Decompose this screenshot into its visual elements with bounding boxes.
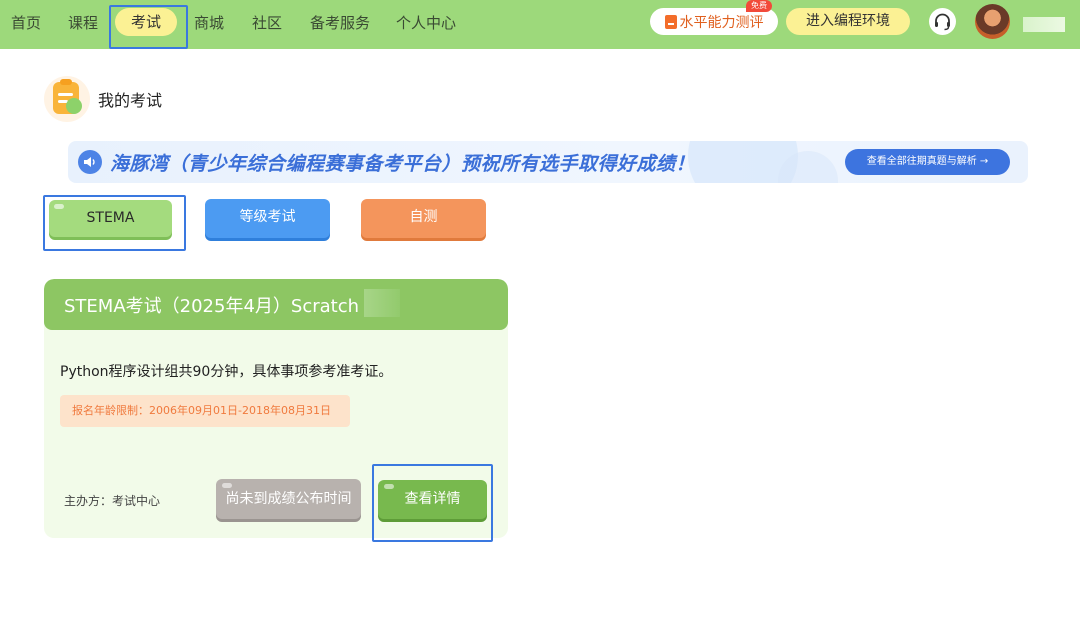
view-past-papers-button[interactable]: 查看全部往期真题与解析 → — [845, 149, 1010, 175]
nav-courses[interactable]: 课程 — [68, 12, 98, 33]
ability-eval-label: 水平能力测评 — [679, 14, 764, 31]
top-nav-bar: 首页 课程 商城 社区 备考服务 个人中心 考试 水平能力测评 免费 进入编程环… — [0, 0, 1080, 49]
exam-description: Python程序设计组共90分钟，具体事项参考准考证。 — [60, 364, 393, 380]
exam-title: STEMA考试（2025年4月）Scratch — [64, 296, 360, 317]
avatar[interactable] — [975, 4, 1010, 39]
tab-level-exam[interactable]: 等级考试 — [205, 199, 330, 238]
exam-clipboard-icon — [44, 76, 90, 122]
tab-self-test[interactable]: 自测 — [361, 199, 486, 238]
view-details-highlight-frame — [372, 464, 493, 542]
speaker-icon — [78, 150, 102, 174]
username-blurred[interactable] — [1023, 17, 1065, 32]
banner-message: 海豚湾（青少年综合编程赛事备考平台）预祝所有选手取得好成绩！ — [110, 153, 696, 175]
nav-personal-center[interactable]: 个人中心 — [396, 12, 456, 33]
clipboard-icon — [664, 14, 677, 29]
enter-coding-env-button[interactable]: 进入编程环境 — [786, 8, 910, 35]
ability-eval-button[interactable]: 水平能力测评 — [650, 8, 778, 35]
title-blurred-region — [364, 289, 400, 317]
nav-mall[interactable]: 商城 — [194, 12, 224, 33]
announcement-banner: 海豚湾（青少年综合编程赛事备考平台）预祝所有选手取得好成绩！ 查看全部往期真题与… — [68, 141, 1028, 183]
organizer-label: 主办方：考试中心 — [64, 494, 161, 508]
headset-icon[interactable] — [929, 8, 956, 35]
tab-stema-highlight-frame — [43, 195, 186, 251]
nav-community[interactable]: 社区 — [252, 12, 282, 33]
nav-exam-prep[interactable]: 备考服务 — [310, 12, 370, 33]
nav-home[interactable]: 首页 — [11, 12, 41, 33]
free-badge: 免费 — [746, 0, 772, 12]
page-title: 我的考试 — [98, 91, 163, 110]
age-limit-tag: 报名年龄限制：2006年09月01日-2018年08月31日 — [60, 395, 350, 427]
nav-exam-highlight-frame — [109, 5, 188, 49]
results-pending-button[interactable]: 尚未到成绩公布时间 — [216, 479, 361, 519]
exam-card-header: STEMA考试（2025年4月）Scratch — [44, 279, 508, 330]
